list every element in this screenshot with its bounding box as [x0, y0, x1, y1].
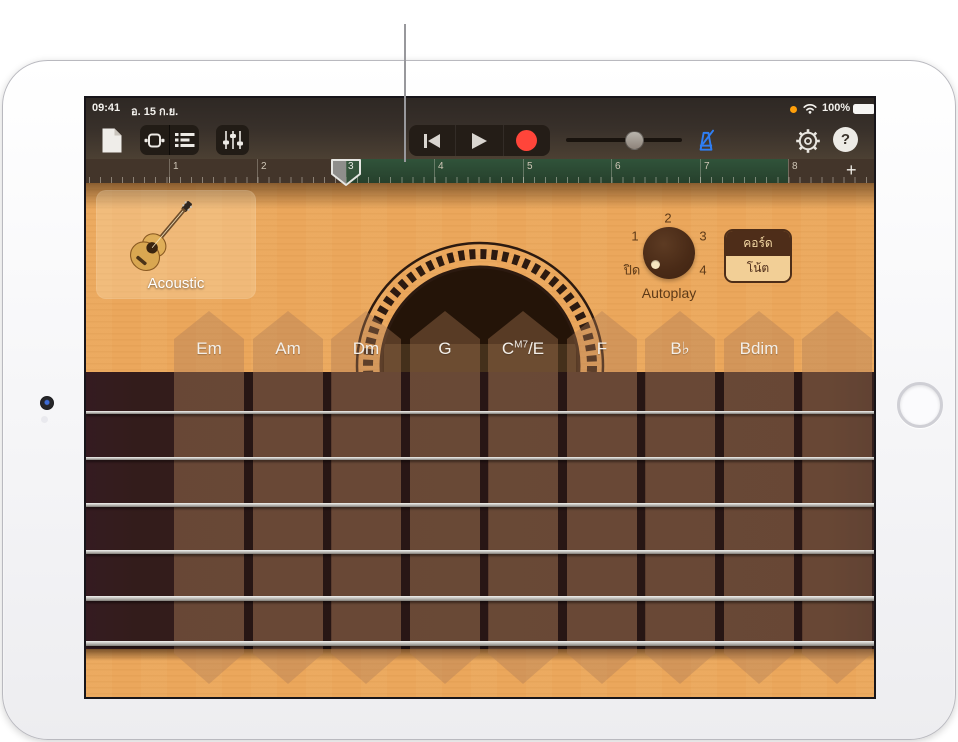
chord-strip-am[interactable]: Am [253, 311, 323, 684]
instrument-view-button[interactable] [140, 125, 169, 155]
transport-controls [409, 125, 550, 156]
bar-number: 1 [173, 161, 179, 172]
autoplay-knob[interactable] [643, 227, 695, 279]
metronome-button[interactable] [691, 126, 721, 155]
chord-label: F [567, 339, 637, 359]
ruler-ticks [86, 177, 874, 183]
autoplay-pos-1: 1 [631, 229, 638, 244]
notes-mode-button[interactable]: โน้ต [726, 256, 790, 281]
guitar-string-4[interactable] [86, 550, 874, 554]
help-label: ? [841, 131, 850, 148]
chord-strip-f[interactable]: F [567, 311, 637, 684]
chords-notes-toggle: คอร์ด โน้ต [724, 229, 792, 283]
sliders-icon [222, 131, 244, 149]
bar-number: 8 [792, 161, 798, 172]
autoplay-title: Autoplay [642, 285, 696, 301]
my-songs-button[interactable] [99, 126, 124, 155]
garageband-screen: Acoustic ปิด 1 2 3 4 Autoplay คอร์ด โน้ต… [84, 96, 876, 699]
rewind-icon [423, 133, 441, 149]
guitar-string-3[interactable] [86, 503, 874, 507]
record-icon [516, 130, 537, 151]
home-button[interactable] [897, 382, 943, 428]
volume-slider-track[interactable] [566, 138, 682, 142]
chord-label: B♭ [645, 339, 715, 359]
play-button[interactable] [456, 125, 502, 156]
chord-label: Em [174, 339, 244, 359]
bar-number: 5 [527, 161, 533, 172]
chords-mode-button[interactable]: คอร์ด [726, 231, 790, 256]
guitar-string-5[interactable] [86, 596, 874, 601]
region-view-icon [144, 132, 165, 149]
bar-number: 2 [261, 161, 267, 172]
guitar-string-1[interactable] [86, 411, 874, 414]
settings-button[interactable] [794, 127, 821, 154]
chord-label: CM7/E [488, 339, 558, 359]
chord-label: G [410, 339, 480, 359]
chord-strip-em[interactable]: Em [174, 311, 244, 684]
add-bars-button[interactable]: + [846, 160, 857, 181]
chord-strip-partial[interactable] [802, 311, 872, 684]
track-controls-button[interactable] [216, 125, 249, 155]
status-time: 09:41 [92, 102, 120, 114]
bar-number: 4 [438, 161, 444, 172]
chord-strip-bdim[interactable]: Bdim [724, 311, 794, 684]
ipad-device: Acoustic ปิด 1 2 3 4 Autoplay คอร์ด โน้ต… [2, 60, 956, 740]
guitar-string-6[interactable] [86, 641, 874, 646]
autoplay-pos-3: 3 [699, 229, 706, 244]
battery-icon [853, 104, 875, 114]
autoplay-pos-4: 4 [699, 263, 706, 278]
document-icon [101, 127, 123, 154]
chord-strip-cm7e[interactable]: CM7/E [488, 311, 558, 684]
chord-strip-g[interactable]: G [410, 311, 480, 684]
knob-indicator-dot [651, 260, 660, 269]
acoustic-guitar-icon [117, 188, 207, 284]
callout-line [404, 24, 406, 162]
record-button[interactable] [504, 125, 550, 156]
autoplay-pos-2: 2 [664, 211, 671, 226]
tracks-view-button[interactable] [170, 125, 199, 155]
guitar-string-2[interactable] [86, 457, 874, 460]
help-button[interactable]: ? [833, 127, 858, 152]
chord-strip-bflat[interactable]: B♭ [645, 311, 715, 684]
play-icon [470, 132, 488, 150]
timeline-ruler[interactable]: 1 2 4 5 6 7 8 + [86, 159, 874, 183]
gear-icon [795, 128, 821, 154]
bar-number: 6 [615, 161, 621, 172]
wifi-icon [802, 102, 818, 114]
metronome-icon [693, 128, 719, 154]
battery-percent: 100% [822, 102, 850, 114]
go-to-beginning-button[interactable] [409, 125, 455, 156]
tracks-view-icon [175, 132, 195, 148]
chord-label: Am [253, 339, 323, 359]
autoplay-off-label: ปิด [624, 260, 641, 281]
chord-label: Dm [331, 339, 401, 359]
chord-strip-dm[interactable]: Dm [331, 311, 401, 684]
instrument-name: Acoustic [96, 275, 256, 292]
view-toggle-group [140, 125, 199, 155]
volume-slider-thumb[interactable] [625, 131, 644, 150]
bar-number: 7 [704, 161, 710, 172]
status-date: อ. 15 ก.ย. [131, 102, 178, 120]
mic-in-use-indicator [790, 106, 797, 113]
chord-label: Bdim [724, 339, 794, 359]
instrument-selector[interactable]: Acoustic [96, 190, 256, 299]
playhead-marker[interactable] [329, 158, 363, 187]
front-camera [40, 396, 54, 410]
light-sensor [41, 416, 48, 423]
playhead-bar-number: 3 [348, 161, 354, 172]
